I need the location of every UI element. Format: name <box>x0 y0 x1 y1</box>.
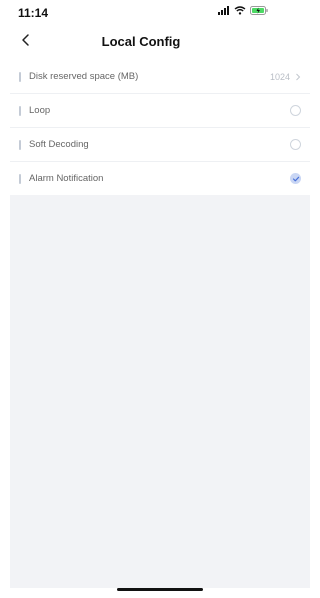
soft-decoding-radio[interactable] <box>290 139 301 150</box>
chevron-right-icon <box>296 73 301 80</box>
setting-alarm-notification[interactable]: Alarm Notification <box>10 162 310 195</box>
signal-icon <box>218 6 229 15</box>
battery-charging-icon <box>250 6 268 15</box>
row-accent-bar <box>19 139 21 150</box>
setting-label: Alarm Notification <box>29 173 104 184</box>
setting-loop[interactable]: Loop <box>10 94 310 128</box>
settings-content: Disk reserved space (MB) 1024 Loop Soft … <box>10 60 310 588</box>
setting-label: Loop <box>29 105 51 116</box>
home-indicator[interactable] <box>117 588 203 591</box>
status-time: 11:14 <box>18 6 49 20</box>
row-accent-bar <box>19 105 21 116</box>
setting-disk-reserved-space[interactable]: Disk reserved space (MB) 1024 <box>10 60 310 94</box>
wifi-icon <box>234 6 246 15</box>
status-icons <box>218 6 268 15</box>
setting-label: Disk reserved space (MB) <box>29 71 139 82</box>
settings-list: Disk reserved space (MB) 1024 Loop Soft … <box>10 60 310 195</box>
checkmark-icon <box>292 176 299 181</box>
navigation-bar: Local Config <box>0 22 282 62</box>
row-accent-bar <box>19 71 21 82</box>
status-bar: 11:14 <box>0 0 282 22</box>
loop-radio[interactable] <box>290 105 301 116</box>
setting-value: 1024 <box>269 71 290 82</box>
alarm-notification-radio[interactable] <box>290 173 301 184</box>
setting-soft-decoding[interactable]: Soft Decoding <box>10 128 310 162</box>
setting-label: Soft Decoding <box>29 139 89 150</box>
row-accent-bar <box>19 173 21 184</box>
page-title: Local Config <box>101 34 181 49</box>
